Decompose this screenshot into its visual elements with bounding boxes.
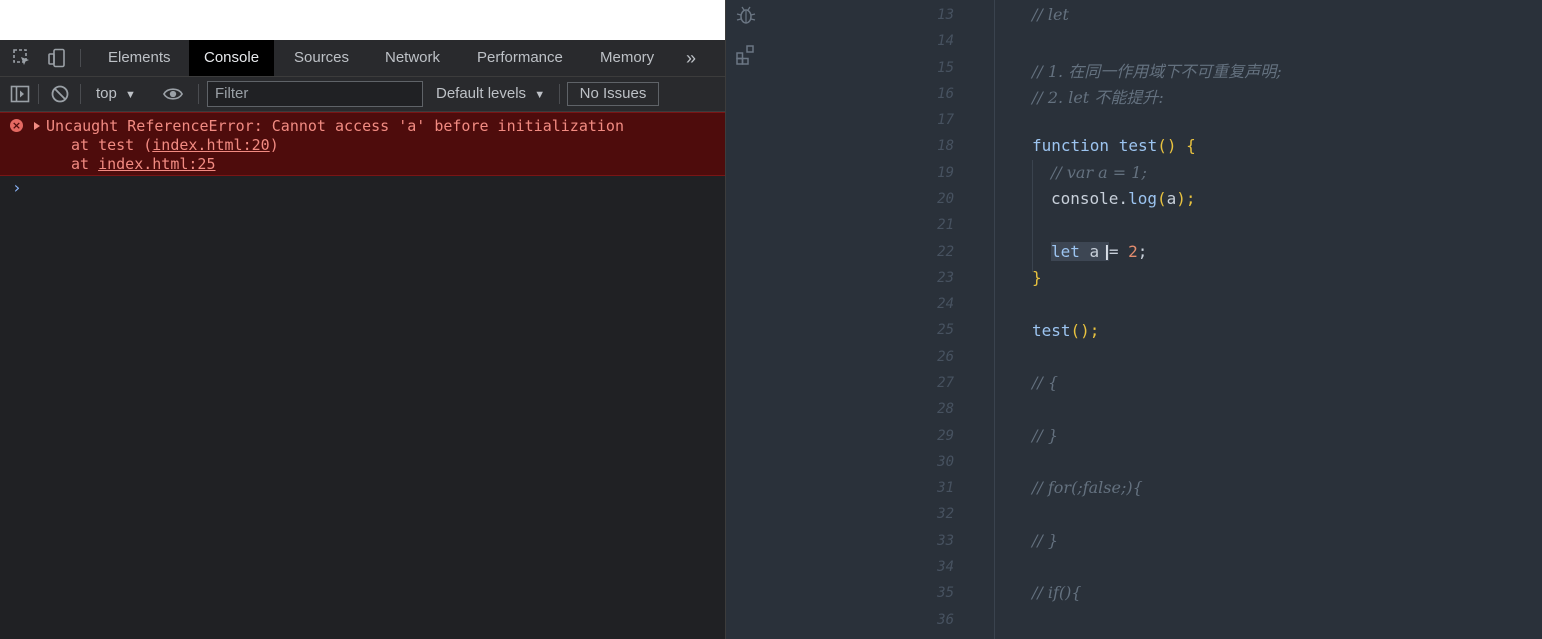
code-line-29[interactable]: // } [1032, 426, 1058, 445]
line-number: 27 [937, 375, 954, 391]
tab-network[interactable]: Network [370, 40, 455, 76]
line-number: 13 [937, 7, 954, 23]
filter-input[interactable]: Filter [207, 81, 423, 107]
tab-performance[interactable]: Performance [462, 40, 578, 76]
source-link-20[interactable]: index.html:20 [152, 136, 269, 154]
line-number: 16 [937, 86, 954, 102]
expand-triangle-icon[interactable] [34, 122, 40, 130]
code-line-18[interactable]: function test() { [1032, 136, 1196, 155]
console-prompt[interactable]: › [12, 178, 22, 197]
line-number: 22 [937, 244, 954, 260]
text-cursor-icon: I [1104, 241, 1110, 265]
code-line-15[interactable]: // 1. 在同一作用域下不可重复声明; [1032, 58, 1282, 82]
line-number: 19 [937, 165, 954, 181]
eye-icon[interactable] [163, 84, 183, 104]
error-icon: × [10, 119, 23, 132]
log-levels-label: Default levels [436, 85, 527, 102]
code-line-22[interactable]: let a = 2; [1051, 242, 1147, 261]
code-line-19[interactable]: // var a = 1; [1051, 163, 1147, 182]
line-number: 21 [937, 217, 954, 233]
code-line-27[interactable]: // { [1032, 373, 1058, 392]
line-number: 32 [937, 506, 954, 522]
sidebar-toggle-icon[interactable] [10, 84, 30, 104]
line-number: 35 [937, 585, 954, 601]
code-line-16[interactable]: // 2. let 不能提升: [1032, 84, 1164, 108]
line-number: 28 [937, 401, 954, 417]
code-line-33[interactable]: // } [1032, 531, 1058, 550]
stack-frame-1: at test (index.html:20) [71, 136, 279, 154]
tab-sources[interactable]: Sources [279, 40, 364, 76]
stack-frame-2: at index.html:25 [71, 155, 216, 173]
page-viewport [0, 0, 725, 40]
line-number: 15 [937, 60, 954, 76]
context-label: top [96, 85, 117, 102]
chevron-down-icon: ▼ [534, 89, 546, 101]
line-number: 25 [937, 322, 954, 338]
activity-bar [726, 0, 766, 639]
line-number-gutter: 13 14 15 16 17 18 19 20 21 22 23 24 25 2… [906, 0, 986, 639]
code-editor: 13 14 15 16 17 18 19 20 21 22 23 24 25 2… [726, 0, 1542, 639]
clear-console-icon[interactable] [50, 84, 70, 104]
code-line-35[interactable]: // if(){ [1032, 583, 1082, 602]
line-number: 31 [937, 480, 954, 496]
more-tabs-button[interactable]: » [671, 40, 711, 76]
devtools-tabbar: Elements Console Sources Network Perform… [0, 40, 725, 77]
tab-elements[interactable]: Elements [93, 40, 186, 76]
code-line-31[interactable]: // for(;false;){ [1032, 478, 1143, 497]
code-line-13[interactable]: // let [1032, 5, 1069, 24]
console-error-message: × Uncaught ReferenceError: Cannot access… [0, 112, 725, 176]
code-line-25[interactable]: test(); [1032, 321, 1099, 340]
device-toolbar-icon[interactable] [47, 48, 67, 68]
code-line-20[interactable]: console.log(a); [1051, 189, 1196, 208]
issues-button[interactable]: No Issues [567, 82, 659, 106]
debug-icon[interactable] [735, 4, 757, 26]
line-number: 18 [937, 138, 954, 154]
console-toolbar: top ▼ Filter Default levels ▼ No Issues [0, 77, 725, 112]
line-number: 26 [937, 349, 954, 365]
tab-memory[interactable]: Memory [585, 40, 669, 76]
line-number: 29 [937, 428, 954, 444]
devtools-panel: Elements Console Sources Network Perform… [0, 0, 726, 639]
line-number: 17 [937, 112, 954, 128]
extensions-icon[interactable] [735, 44, 757, 66]
line-number: 36 [937, 612, 954, 628]
tab-console[interactable]: Console [189, 40, 275, 76]
log-levels-dropdown[interactable]: Default levels ▼ [436, 77, 545, 111]
line-number: 20 [937, 191, 954, 207]
line-number: 24 [937, 296, 954, 312]
inspect-element-icon[interactable] [12, 48, 32, 68]
line-number: 33 [937, 533, 954, 549]
line-number: 30 [937, 454, 954, 470]
line-number: 34 [937, 559, 954, 575]
error-text: Uncaught ReferenceError: Cannot access '… [46, 117, 624, 135]
line-number: 23 [937, 270, 954, 286]
code-line-23[interactable]: } [1032, 268, 1042, 287]
chevron-down-icon: ▼ [125, 89, 136, 101]
source-link-25[interactable]: index.html:25 [98, 155, 215, 173]
line-number: 14 [937, 33, 954, 49]
context-selector[interactable]: top ▼ [96, 77, 136, 111]
